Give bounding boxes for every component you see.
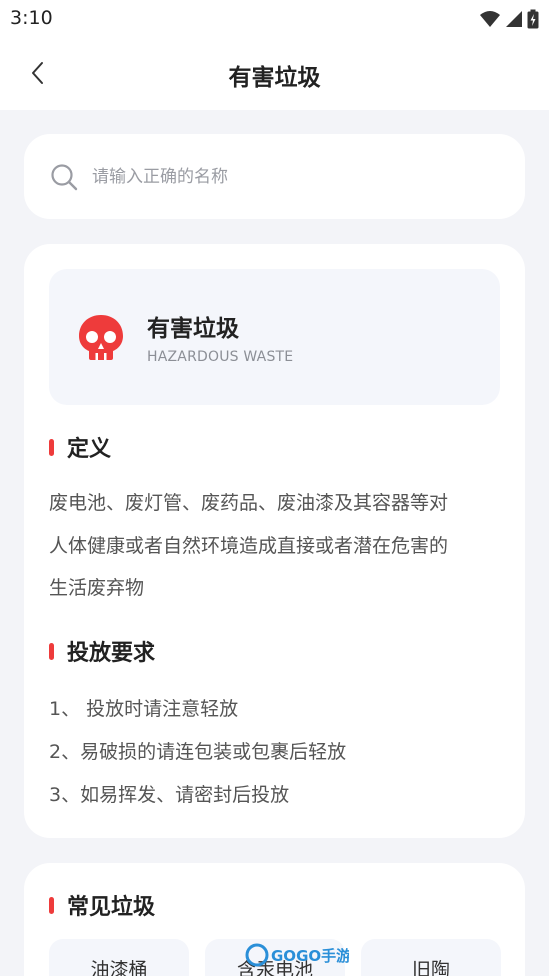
status-time: 3:10 <box>10 7 53 29</box>
waste-item-chip[interactable]: 旧陶 <box>361 939 501 976</box>
cell-signal-icon <box>506 11 522 27</box>
category-name-en: HAZARDOUS WASTE <box>147 349 294 365</box>
section-definition: 定义 <box>49 432 111 462</box>
section-marker <box>49 642 54 660</box>
requirement-item: 3、如易挥发、请密封后投放 <box>49 784 290 806</box>
wifi-icon <box>480 11 500 27</box>
watermark-text: GOGO手游网 <box>271 947 349 965</box>
requirement-item: 1、 投放时请注意轻放 <box>49 698 239 720</box>
search-input[interactable] <box>92 156 492 198</box>
page-title: 有害垃圾 <box>228 65 321 91</box>
watermark-logo: GOGO手游网 <box>245 943 349 967</box>
section-title-requirements: 投放要求 <box>67 641 156 666</box>
section-marker <box>49 438 54 456</box>
category-name: 有害垃圾 <box>147 316 239 342</box>
category-banner: 有害垃圾 HAZARDOUS WASTE <box>49 269 500 405</box>
section-requirements: 投放要求 <box>49 636 155 666</box>
requirement-item: 2、易破损的请连包装或包裹后轻放 <box>49 741 347 763</box>
definition-line: 人体健康或者自然环境造成直接或者潜在危害的 <box>49 534 449 557</box>
section-title-definition: 定义 <box>67 437 112 462</box>
waste-item-chip[interactable]: 油漆桶 <box>49 939 189 976</box>
search-icon <box>51 164 78 191</box>
section-common: 常见垃圾 <box>49 890 155 920</box>
section-marker <box>49 896 54 914</box>
search-bar <box>24 134 525 219</box>
definition-text: 废电池、废灯管、废药品、废油漆及其容器等对 人体健康或者自然环境造成直接或者潜在… <box>49 482 505 610</box>
status-bar: 3:10 <box>0 0 549 38</box>
section-title-common: 常见垃圾 <box>67 895 156 920</box>
battery-icon <box>527 9 539 29</box>
category-info-card: 有害垃圾 HAZARDOUS WASTE 定义 废电池、废灯管、废药品、废油漆及… <box>24 244 525 838</box>
status-icons <box>479 8 539 30</box>
definition-line: 生活废弃物 <box>49 577 145 599</box>
skull-icon <box>79 315 123 360</box>
definition-line: 废电池、废灯管、废药品、废油漆及其容器等对 <box>49 492 449 514</box>
nav-bar: 有害垃圾 <box>0 38 549 110</box>
